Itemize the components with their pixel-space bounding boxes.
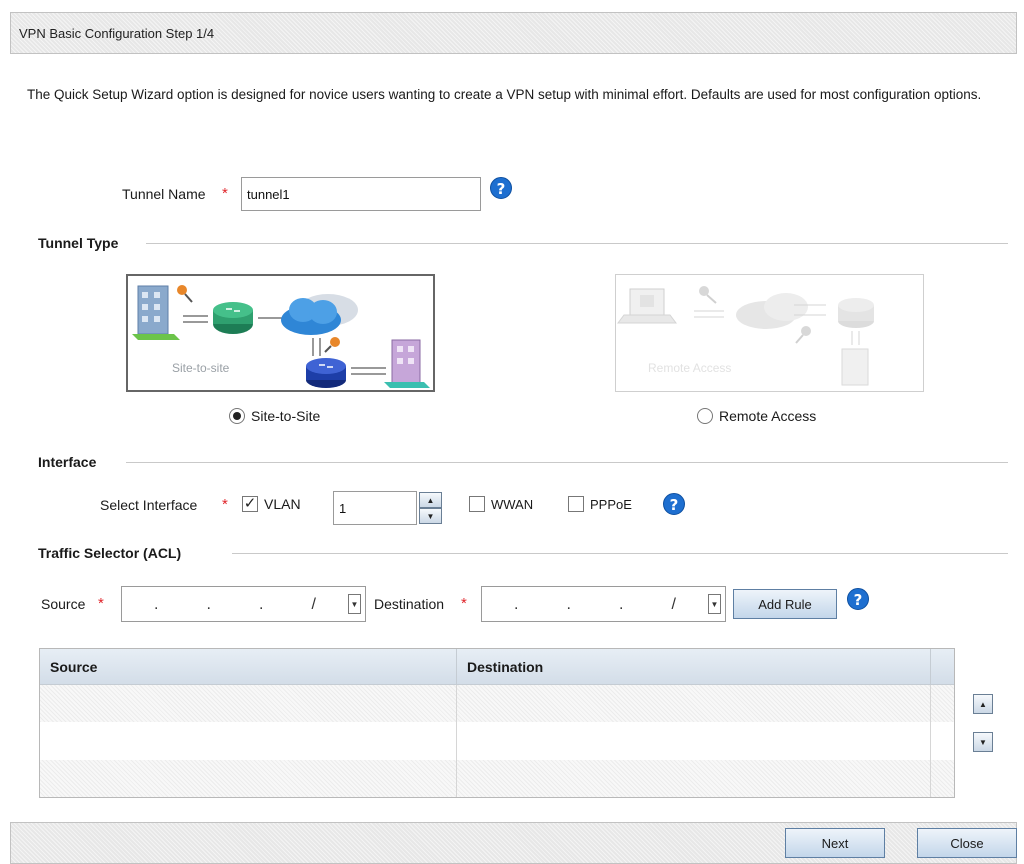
required-asterisk: * bbox=[222, 496, 228, 513]
required-asterisk: * bbox=[98, 595, 104, 612]
close-button[interactable]: Close bbox=[917, 828, 1017, 858]
table-row bbox=[40, 760, 954, 797]
traffic-selector-section-title: Traffic Selector (ACL) bbox=[38, 545, 190, 561]
destination-ip-input[interactable]: ... / ▼ bbox=[481, 586, 726, 622]
radio-selected[interactable] bbox=[229, 408, 245, 424]
table-row bbox=[40, 722, 954, 760]
source-label: Source bbox=[41, 596, 86, 612]
source-ip-input[interactable]: ... / ▼ bbox=[121, 586, 366, 622]
destination-label: Destination bbox=[374, 596, 445, 612]
next-button[interactable]: Next bbox=[785, 828, 885, 858]
site-to-site-radio[interactable]: Site-to-Site bbox=[229, 408, 320, 424]
vlan-spinner[interactable]: ▲ ▼ bbox=[333, 491, 443, 525]
remote-access-illustration: Remote Access bbox=[617, 286, 874, 386]
pppoe-label: PPPoE bbox=[590, 496, 632, 512]
checkbox-checked[interactable]: ✓ bbox=[242, 496, 258, 512]
site-to-site-illustration: Site-to-site bbox=[132, 285, 430, 388]
help-icon[interactable]: ? bbox=[847, 588, 869, 610]
site-to-site-label: Site-to-Site bbox=[251, 408, 321, 424]
section-divider bbox=[146, 243, 1008, 244]
wizard-title: VPN Basic Configuration Step 1/4 bbox=[19, 25, 215, 41]
intro-text: The Quick Setup Wizard option is designe… bbox=[27, 87, 982, 102]
help-icon[interactable]: ? bbox=[490, 177, 512, 199]
pppoe-checkbox[interactable]: PPPoE bbox=[568, 496, 632, 512]
tunnel-name-label: Tunnel Name bbox=[122, 186, 206, 202]
site-to-site-diagram[interactable]: Site-to-site bbox=[126, 274, 435, 392]
required-asterisk: * bbox=[222, 185, 228, 202]
vlan-label: VLAN bbox=[264, 496, 301, 512]
column-header-source[interactable]: Source bbox=[40, 649, 457, 685]
table-header: Source Destination bbox=[40, 649, 954, 685]
vlan-checkbox[interactable]: ✓ VLAN bbox=[242, 496, 301, 512]
dropdown-arrow-icon[interactable]: ▼ bbox=[348, 594, 361, 614]
move-down-icon[interactable]: ▼ bbox=[973, 732, 993, 752]
select-interface-label: Select Interface bbox=[100, 497, 198, 513]
wizard-title-bar: VPN Basic Configuration Step 1/4 bbox=[10, 12, 1017, 54]
remote-access-label: Remote Access bbox=[719, 408, 817, 424]
required-asterisk: * bbox=[461, 595, 467, 612]
rules-table: Source Destination bbox=[39, 648, 955, 798]
remote-access-diagram[interactable]: Remote Access bbox=[615, 274, 924, 392]
dropdown-arrow-icon[interactable]: ▼ bbox=[708, 594, 721, 614]
checkbox-unchecked[interactable] bbox=[568, 496, 584, 512]
section-divider bbox=[232, 553, 1008, 554]
spinner-up-icon[interactable]: ▲ bbox=[419, 492, 442, 508]
spinner-down-icon[interactable]: ▼ bbox=[419, 508, 442, 524]
tunnel-type-section-title: Tunnel Type bbox=[38, 235, 127, 251]
help-icon[interactable]: ? bbox=[663, 493, 685, 515]
checkbox-unchecked[interactable] bbox=[469, 496, 485, 512]
table-row bbox=[40, 685, 954, 722]
vlan-input[interactable] bbox=[333, 491, 417, 525]
wwan-label: WWAN bbox=[491, 496, 534, 512]
tunnel-name-input[interactable] bbox=[241, 177, 481, 211]
add-rule-button[interactable]: Add Rule bbox=[733, 589, 837, 619]
wwan-checkbox[interactable]: WWAN bbox=[469, 496, 533, 512]
site-to-site-caption: Site-to-site bbox=[172, 361, 230, 375]
interface-section-title: Interface bbox=[38, 454, 105, 470]
column-header-destination[interactable]: Destination bbox=[457, 649, 931, 685]
section-divider bbox=[126, 462, 1008, 463]
move-up-icon[interactable]: ▲ bbox=[973, 694, 993, 714]
radio-unselected[interactable] bbox=[697, 408, 713, 424]
remote-access-caption: Remote Access bbox=[648, 361, 731, 375]
remote-access-radio[interactable]: Remote Access bbox=[697, 408, 816, 424]
